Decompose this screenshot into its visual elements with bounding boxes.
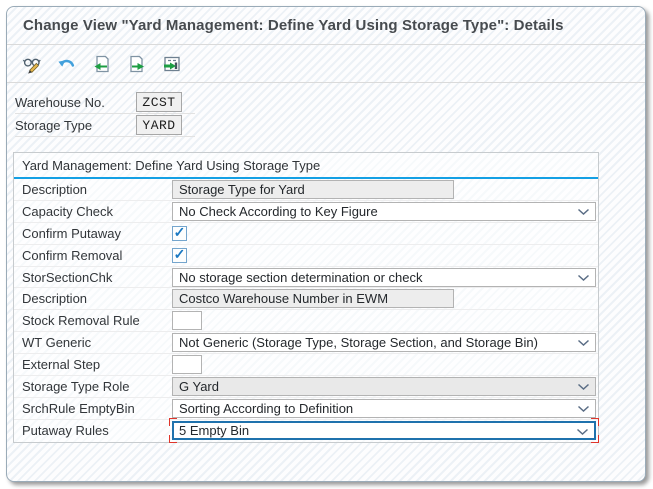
field-label: WT Generic <box>22 335 92 351</box>
storage-type-field[interactable]: YARD <box>136 115 182 135</box>
field-label: External Step <box>22 357 101 373</box>
form-row-description-1: Description Storage Type for Yard <box>14 179 598 201</box>
field-label: SrchRule EmptyBin <box>22 400 135 416</box>
chevron-down-icon <box>577 208 590 215</box>
title-bar: Change View "Yard Management: Define Yar… <box>7 7 645 45</box>
undo-button[interactable] <box>56 53 78 75</box>
wt-generic-select[interactable]: Not Generic (Storage Type, Storage Secti… <box>172 333 596 353</box>
previous-entry-icon <box>94 55 109 73</box>
yard-management-groupbox: Yard Management: Define Yard Using Stora… <box>13 152 599 444</box>
field-label: StorSectionChk <box>22 269 113 285</box>
form-row-storsectionchk: StorSectionChk No storage section determ… <box>14 267 598 289</box>
field-label: Putaway Rules <box>22 423 109 439</box>
stock-removal-rule-input[interactable] <box>172 311 202 331</box>
previous-entry-button[interactable] <box>91 53 113 75</box>
form-row-capacity-check: Capacity Check No Check According to Key… <box>14 201 598 223</box>
description-readonly-field: Storage Type for Yard <box>172 179 454 199</box>
form-row-description-2: Description Costco Warehouse Number in E… <box>14 288 598 311</box>
capacity-check-select[interactable]: No Check According to Key Figure <box>172 201 596 221</box>
form-row-wt-generic: WT Generic Not Generic (Storage Type, St… <box>14 332 598 355</box>
undo-icon <box>58 59 75 67</box>
chevron-down-icon <box>577 383 590 390</box>
groupbox-title: Yard Management: Define Yard Using Stora… <box>14 153 598 179</box>
form-row-external-step: External Step <box>14 354 598 377</box>
confirm-removal-checkbox[interactable]: ✓ <box>172 246 187 263</box>
sap-window: Change View "Yard Management: Define Yar… <box>6 6 646 482</box>
field-label: Description <box>22 181 88 197</box>
field-label: Capacity Check <box>22 203 114 219</box>
storsectionchk-select[interactable]: No storage section determination or chec… <box>172 267 596 287</box>
checkmark-icon: ✓ <box>173 246 186 263</box>
application-toolbar <box>7 46 645 83</box>
focused-field-wrapper: 5 Empty Bin <box>169 418 599 444</box>
form-row-storage-type-role: Storage Type Role G Yard <box>14 376 598 398</box>
form-row-stock-removal-rule: Stock Removal Rule <box>14 310 598 333</box>
warehouse-no-field[interactable]: ZCST <box>136 92 182 112</box>
srchrule-emptybin-select[interactable]: Sorting According to Definition <box>172 398 596 418</box>
storage-type-row: Storage Type YARD <box>15 114 195 137</box>
confirm-putaway-checkbox[interactable]: ✓ <box>172 224 187 241</box>
storage-type-label: Storage Type <box>15 117 93 133</box>
display-change-button[interactable] <box>21 53 43 75</box>
form-row-confirm-putaway: Confirm Putaway ✓ <box>14 223 598 245</box>
storage-type-role-select[interactable]: G Yard <box>172 376 596 396</box>
description-readonly-field: Costco Warehouse Number in EWM <box>172 289 454 309</box>
warehouse-no-row: Warehouse No. ZCST <box>15 91 195 114</box>
field-label: Confirm Putaway <box>22 225 121 241</box>
page-title: Change View "Yard Management: Define Yar… <box>23 17 564 34</box>
chevron-down-icon <box>576 429 589 436</box>
putaway-rules-select[interactable]: 5 Empty Bin <box>172 421 596 441</box>
form-row-confirm-removal: Confirm Removal ✓ <box>14 245 598 267</box>
content-area: Warehouse No. ZCST Storage Type YARD Yar… <box>7 84 645 481</box>
field-label: Confirm Removal <box>22 247 123 263</box>
form-row-putaway-rules: Putaway Rules 5 Empty Bin <box>14 418 599 444</box>
chevron-down-icon <box>577 340 590 347</box>
next-entry-icon <box>130 55 144 73</box>
field-label: Stock Removal Rule <box>22 313 140 329</box>
external-step-input[interactable] <box>172 355 202 375</box>
chevron-down-icon <box>577 405 590 412</box>
field-label: Storage Type Role <box>22 378 130 394</box>
form-row-srchrule-emptybin: SrchRule EmptyBin Sorting According to D… <box>14 398 598 420</box>
other-entry-icon <box>164 56 180 72</box>
other-entry-button[interactable] <box>161 53 183 75</box>
warehouse-no-label: Warehouse No. <box>15 94 105 110</box>
display-change-icon <box>22 58 41 74</box>
chevron-down-icon <box>577 274 590 281</box>
checkmark-icon: ✓ <box>173 224 186 241</box>
field-label: Description <box>22 291 88 307</box>
next-entry-button[interactable] <box>126 53 148 75</box>
